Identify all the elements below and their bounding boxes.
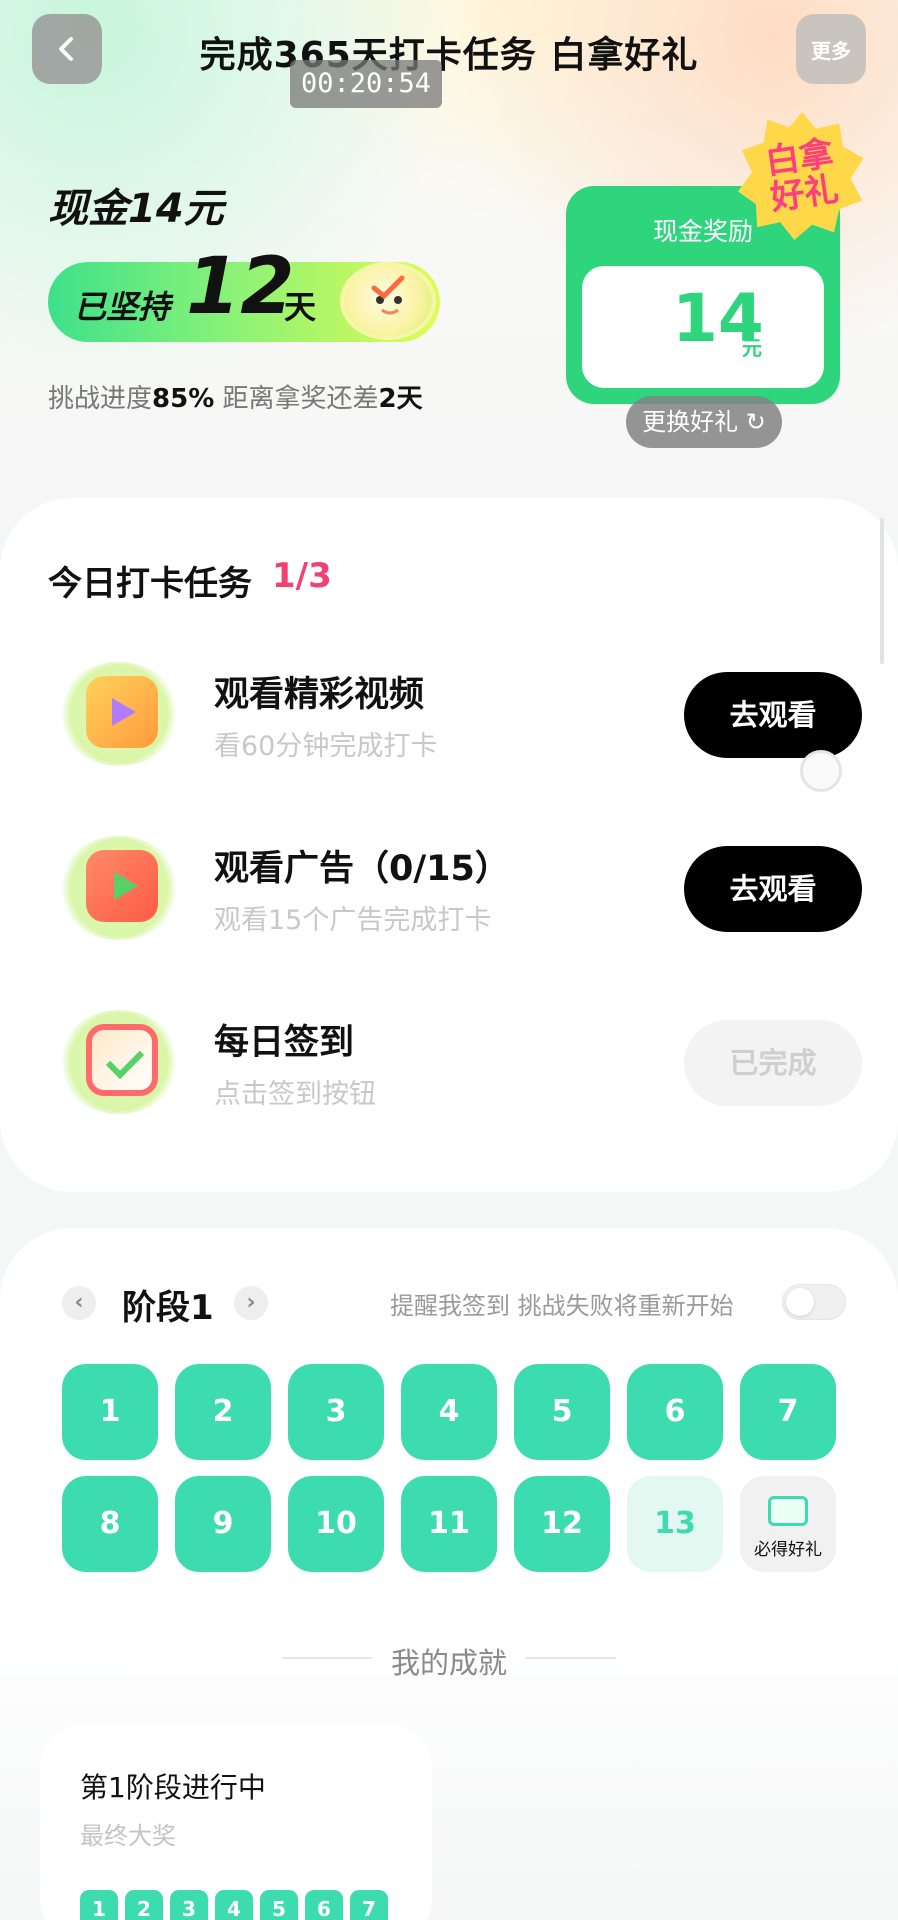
mini-day-cell: 5 [260,1890,298,1920]
floating-ring [800,750,842,792]
progress-label: 挑战进度 [48,384,153,414]
badge-text: 白拿好礼 [763,133,841,219]
task-desc: 看60分钟完成打卡 [214,731,438,762]
task-name: 观看精彩视频 [214,675,425,715]
day-cell[interactable]: 4 [401,1364,497,1460]
timer-overlay: 00:20:54 [290,60,442,108]
remind-text: 提醒我签到 挑战失败将重新开始 [390,1292,734,1320]
reward-unit: 元 [742,336,762,360]
stage-name: 阶段1 [122,1288,214,1328]
mascot-face-icon [371,275,405,315]
change-gift-label: 更换好礼 [642,408,739,436]
day-cell[interactable]: 5 [514,1364,610,1460]
back-button[interactable] [32,14,102,84]
gift-calendar-icon [768,1496,808,1526]
mini-day-cell: 4 [215,1890,253,1920]
chevron-left-icon [59,37,73,61]
achievement-title: 我的成就 [390,1646,507,1680]
tasks-count: 1/3 [272,556,332,596]
task-desc: 观看15个广告完成打卡 [214,905,492,936]
refresh-icon: ↻ [745,408,766,436]
task-name: 观看广告（0/15） [214,849,510,889]
gift-label: 必得好礼 [754,1540,822,1560]
mini-day-cell: 3 [170,1890,208,1920]
chevron-right-icon: › [246,1290,256,1315]
streak-days: 12 [186,242,295,332]
mini-day-cell: 6 [305,1890,343,1920]
ad-icon [58,836,180,940]
day-cell[interactable]: 3 [288,1364,384,1460]
next-stage-button[interactable]: › [234,1286,268,1320]
day-cell[interactable]: 6 [627,1364,723,1460]
calendar-icon [58,1010,180,1114]
watch-video-button[interactable]: 去观看 [684,672,862,758]
task-name: 每日签到 [214,1023,355,1063]
remaining-label: 距离拿奖还差 [214,384,379,414]
cash-title: 现金14元 [48,186,224,232]
mini-day-cell: 7 [350,1890,388,1920]
progress-text: 挑战进度85% 距离拿奖还差2天 [48,378,423,415]
watch-ad-button[interactable]: 去观看 [684,846,862,932]
checkin-done-button[interactable]: 已完成 [684,1020,862,1106]
divider-line [526,1657,616,1659]
day-cell[interactable]: 12 [514,1476,610,1572]
day-cell[interactable]: 11 [401,1476,497,1572]
day-cell[interactable]: 9 [175,1476,271,1572]
tasks-title: 今日打卡任务 [48,564,252,604]
change-gift-button[interactable]: 更换好礼 ↻ [626,396,782,448]
page-title: 完成365天打卡任务 白拿好礼 [199,35,699,76]
video-icon [58,662,180,766]
toggle-knob[interactable] [786,1288,814,1316]
mascot-icon [340,262,436,340]
day-cell[interactable]: 10 [288,1476,384,1572]
streak-prefix: 已坚持 [74,288,171,326]
prev-stage-button[interactable]: ‹ [62,1286,96,1320]
mini-day-cell: 2 [125,1890,163,1920]
day-cell[interactable]: 2 [175,1364,271,1460]
day-cell[interactable]: 7 [740,1364,836,1460]
scrollbar[interactable] [880,518,884,664]
remaining-value: 2天 [378,384,423,414]
achievement-card-title: 第1阶段进行中 [80,1771,266,1804]
progress-value: 85% [152,384,215,414]
streak-suffix: 天 [284,288,317,326]
task-desc: 点击签到按钮 [214,1079,376,1110]
day-cell[interactable]: 8 [62,1476,158,1572]
more-button[interactable]: 更多 [796,14,866,84]
day-cell[interactable]: 1 [62,1364,158,1460]
chevron-left-icon: ‹ [74,1290,84,1315]
achievement-card-subtitle: 最终大奖 [80,1822,176,1850]
day-cell-today[interactable]: 13 [627,1476,723,1572]
mini-day-cell: 1 [80,1890,118,1920]
